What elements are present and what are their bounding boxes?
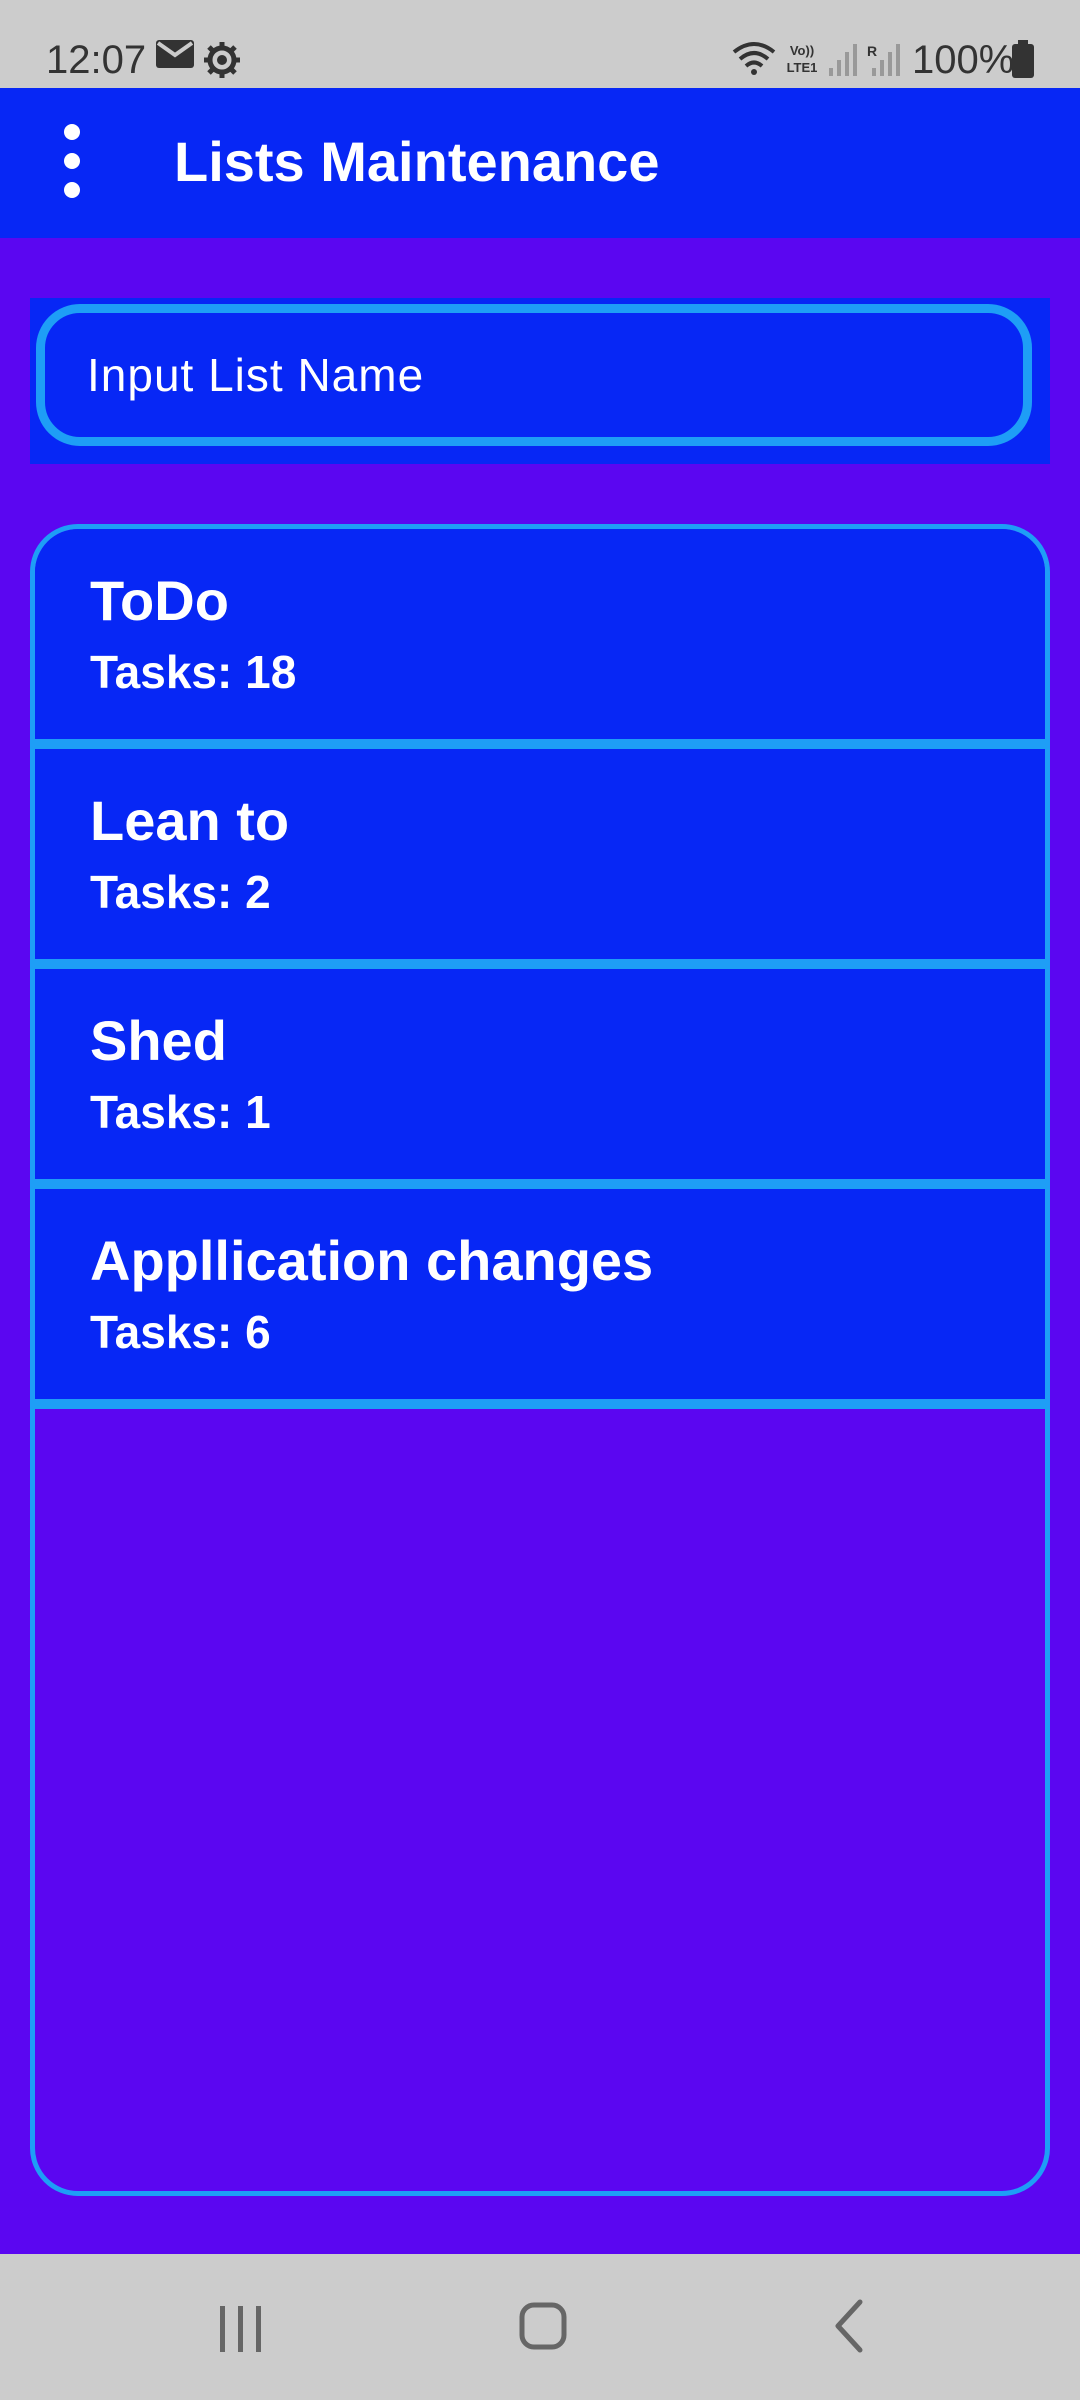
volte-icon: Vo)) LTE1 bbox=[780, 42, 824, 81]
list-item-lean-to[interactable]: Lean to Tasks: 2 bbox=[35, 749, 1045, 959]
back-icon[interactable] bbox=[780, 2274, 920, 2374]
divider bbox=[35, 739, 1045, 749]
divider bbox=[35, 1179, 1045, 1189]
page-title: Lists Maintenance bbox=[174, 130, 660, 193]
signal-icon bbox=[828, 42, 858, 81]
email-icon bbox=[156, 38, 194, 75]
list-item-task-count: Tasks: 18 bbox=[90, 646, 297, 698]
battery-percent: 100% bbox=[912, 38, 1015, 82]
list-name-input[interactable] bbox=[36, 304, 1032, 446]
list-item-task-count: Tasks: 6 bbox=[90, 1306, 271, 1358]
svg-text:LTE1: LTE1 bbox=[787, 60, 818, 75]
divider bbox=[35, 959, 1045, 969]
home-icon[interactable] bbox=[472, 2274, 612, 2374]
nav-bar bbox=[0, 2254, 1080, 2400]
list-item-name: ToDo bbox=[90, 569, 229, 632]
app-bar: Lists Maintenance bbox=[0, 88, 1080, 238]
list-item-shed[interactable]: Shed Tasks: 1 bbox=[35, 969, 1045, 1179]
recent-apps-icon[interactable] bbox=[170, 2274, 310, 2374]
settings-icon bbox=[202, 40, 242, 85]
divider bbox=[35, 1399, 1045, 1409]
signal-roaming-icon: R bbox=[866, 42, 902, 81]
list-item-todo[interactable]: ToDo Tasks: 18 bbox=[35, 529, 1045, 739]
status-time: 12:07 bbox=[46, 38, 147, 82]
list-item-task-count: Tasks: 2 bbox=[90, 866, 271, 918]
battery-icon bbox=[1012, 40, 1034, 83]
list-name-field bbox=[30, 298, 1050, 464]
list-item-application-changes[interactable]: Appllication changes Tasks: 6 bbox=[35, 1189, 1045, 1399]
svg-text:Vo)): Vo)) bbox=[790, 43, 814, 58]
svg-text:R: R bbox=[867, 43, 877, 59]
list-item-task-count: Tasks: 1 bbox=[90, 1086, 271, 1138]
wifi-icon bbox=[732, 40, 776, 81]
list-item-name: Lean to bbox=[90, 789, 290, 852]
more-vertical-icon[interactable] bbox=[40, 116, 104, 206]
lists-panel[interactable]: ToDo Tasks: 18 Lean to Tasks: 2 Shed Tas… bbox=[30, 524, 1050, 2196]
list-item-name: Appllication changes bbox=[90, 1229, 654, 1292]
status-bar: 12:07 Vo)) LTE1 R 100% bbox=[0, 0, 1080, 88]
list-item-name: Shed bbox=[90, 1009, 227, 1072]
